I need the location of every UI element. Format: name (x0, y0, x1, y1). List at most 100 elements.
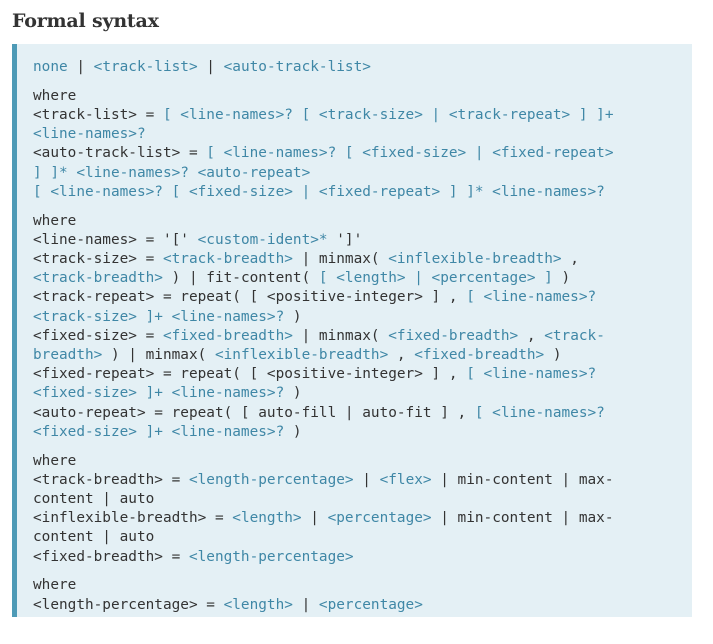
syntax-text: <fixed-breadth> = (33, 548, 189, 565)
syntax-link[interactable]: <length> (224, 597, 293, 613)
syntax-text: , (388, 347, 415, 364)
syntax-text: where (33, 452, 77, 469)
syntax-link[interactable]: <fixed-size> ]+ <line-names>? (33, 385, 284, 401)
syntax-group: where <track-breadth> = <length-percentag… (33, 452, 682, 567)
syntax-line: <track-size> ]+ <line-names>? ) (33, 308, 682, 327)
syntax-line: <fixed-breadth> = <length-percentage> (33, 548, 682, 567)
syntax-text: <auto-track-list> = (33, 145, 207, 162)
syntax-text: , (518, 327, 545, 344)
syntax-text: <length-percentage> = (33, 596, 224, 613)
syntax-text: where (33, 212, 77, 229)
syntax-link[interactable]: <length-percentage> (189, 472, 354, 488)
syntax-link[interactable]: <inflexible-breadth> (388, 251, 561, 267)
syntax-text: ) | fit-content( (162, 270, 319, 287)
syntax-link[interactable]: <inflexible-breadth> (215, 347, 388, 363)
syntax-link[interactable]: <fixed-breadth> (414, 347, 544, 363)
syntax-link[interactable]: <length-percentage> (189, 549, 354, 565)
syntax-line: where (33, 452, 682, 471)
syntax-link[interactable]: none (33, 59, 68, 75)
syntax-group: where <length-percentage> = <length> | <p… (33, 576, 682, 614)
syntax-text: <line-names> = '[' (33, 231, 198, 248)
syntax-link[interactable]: <percentage> (319, 597, 423, 613)
syntax-link[interactable]: [ <line-names>? (466, 289, 596, 305)
syntax-text: ) (284, 308, 302, 325)
syntax-line: <auto-repeat> = repeat( [ auto-fill | au… (33, 404, 682, 423)
syntax-line: <track-breadth> = <length-percentage> | … (33, 471, 682, 490)
syntax-link[interactable]: ] ]* <line-names>? <auto-repeat> (33, 165, 310, 181)
syntax-group: none | <track-list> | <auto-track-list> (33, 58, 682, 77)
syntax-text: where (33, 577, 77, 594)
syntax-text: , (561, 251, 579, 268)
syntax-link[interactable]: <track-list> (94, 59, 198, 75)
syntax-line: <track-repeat> = repeat( [ <positive-int… (33, 288, 682, 307)
syntax-text: ) | minmax( (102, 347, 215, 364)
syntax-group: where <track-list> = [ <line-names>? [ <t… (33, 87, 682, 202)
syntax-link[interactable]: <fixed-breadth> (388, 328, 518, 344)
syntax-line: <auto-track-list> = [ <line-names>? [ <f… (33, 144, 682, 163)
syntax-text: <auto-repeat> = repeat( [ auto-fill | au… (33, 404, 475, 421)
syntax-link[interactable]: <fixed-breadth> (163, 328, 293, 344)
syntax-line: none | <track-list> | <auto-track-list> (33, 58, 682, 77)
syntax-text: | (301, 510, 328, 527)
syntax-line: where (33, 212, 682, 231)
syntax-text: <track-list> = (33, 107, 163, 123)
syntax-link[interactable]: [ <line-names>? (475, 405, 605, 421)
syntax-text: | minmax( (292, 251, 389, 268)
syntax-link[interactable]: <track-breadth> (33, 270, 163, 286)
syntax-text: | (67, 59, 94, 75)
syntax-text: | minmax( (292, 327, 389, 344)
syntax-text: <track-breadth> = (33, 471, 189, 488)
syntax-link[interactable]: <custom-ident>* (198, 232, 328, 248)
syntax-line: <line-names> = '[' <custom-ident>* ']' (33, 231, 682, 250)
syntax-text: <track-repeat> = repeat( [ <positive-int… (33, 289, 467, 306)
syntax-line: <track-list> = [ <line-names>? [ <track-… (33, 106, 682, 125)
syntax-line: ] ]* <line-names>? <auto-repeat> (33, 164, 682, 183)
syntax-line: <fixed-size> = <fixed-breadth> | minmax(… (33, 327, 682, 346)
syntax-link[interactable]: <auto-track-list> (224, 59, 371, 75)
syntax-text: content | auto (33, 491, 155, 508)
syntax-text: <fixed-repeat> = repeat( [ <positive-int… (33, 366, 467, 383)
syntax-line: <track-breadth> ) | fit-content( [ <leng… (33, 269, 682, 288)
syntax-link[interactable]: <length> (232, 510, 301, 526)
syntax-text: ) (284, 385, 302, 402)
syntax-text: | (292, 596, 319, 613)
syntax-line: breadth> ) | minmax( <inflexible-breadth… (33, 346, 682, 365)
section-heading: Formal syntax (12, 10, 159, 32)
syntax-text: ']' (327, 231, 363, 248)
syntax-line: where (33, 576, 682, 595)
syntax-text: | (353, 471, 380, 488)
syntax-line: <fixed-size> ]+ <line-names>? ) (33, 423, 682, 442)
syntax-link[interactable]: <track- (544, 328, 605, 344)
syntax-link[interactable]: [ <line-names>? [ <fixed-size> | <fixed-… (33, 184, 605, 200)
syntax-link[interactable]: <fixed-size> ]+ <line-names>? (33, 424, 284, 440)
syntax-group: where <line-names> = '[' <custom-ident>* … (33, 212, 682, 442)
syntax-link[interactable]: breadth> (33, 347, 102, 363)
syntax-link[interactable]: <flex> (380, 472, 432, 488)
syntax-link[interactable]: [ <line-names>? [ <track-size> | <track-… (163, 107, 614, 123)
syntax-line: <inflexible-breadth> = <length> | <perce… (33, 509, 682, 528)
syntax-link[interactable]: <track-size> ]+ <line-names>? (33, 309, 284, 325)
syntax-text: | min-content | max- (431, 510, 614, 527)
syntax-link[interactable]: <percentage> (328, 510, 432, 526)
syntax-text: <track-size> = (33, 251, 163, 268)
syntax-text: ) (544, 347, 562, 364)
syntax-line: content | auto (33, 528, 682, 547)
syntax-line: <fixed-size> ]+ <line-names>? ) (33, 384, 682, 403)
syntax-line: content | auto (33, 490, 682, 509)
syntax-link[interactable]: [ <line-names>? (466, 366, 596, 382)
syntax-line: <length-percentage> = <length> | <percen… (33, 596, 682, 615)
syntax-link[interactable]: <track-breadth> (163, 251, 293, 267)
syntax-link[interactable]: [ <line-names>? [ <fixed-size> | <fixed-… (206, 145, 613, 161)
syntax-text: content | auto (33, 529, 155, 546)
syntax-text: <fixed-size> = (33, 327, 163, 344)
syntax-line: where (33, 87, 682, 106)
syntax-text: | (197, 59, 224, 75)
syntax-link[interactable]: [ <length> | <percentage> ] (319, 270, 553, 286)
syntax-text: ) (552, 270, 571, 287)
syntax-text: | min-content | max- (431, 471, 614, 488)
syntax-link[interactable]: <line-names>? (33, 126, 146, 142)
syntax-line: [ <line-names>? [ <fixed-size> | <fixed-… (33, 183, 682, 202)
syntax-line: <fixed-repeat> = repeat( [ <positive-int… (33, 365, 682, 384)
syntax-line: <track-size> = <track-breadth> | minmax(… (33, 250, 682, 269)
syntax-text: where (33, 87, 77, 104)
